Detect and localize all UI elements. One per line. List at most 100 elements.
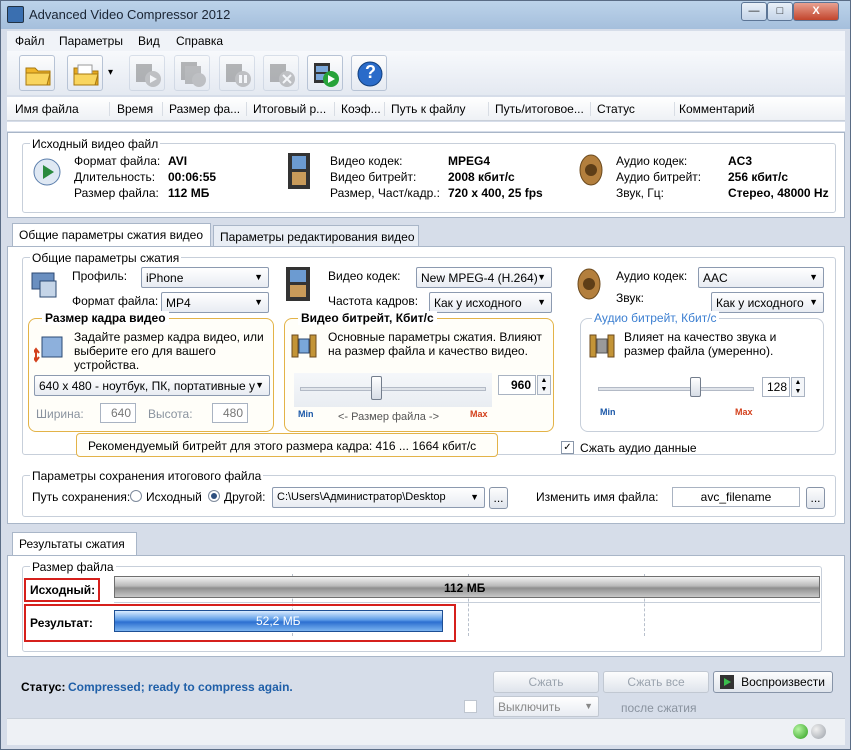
results-panel: Размер файла Исходный: 112 МБ Результат:… (7, 555, 845, 657)
file-list-area[interactable] (7, 122, 845, 131)
audio-bitrate-input[interactable]: 128 (762, 377, 790, 397)
menu-help[interactable]: Справка (176, 34, 223, 48)
source-size-value: 112 МБ (444, 581, 486, 595)
save-path-select[interactable]: C:\Users\Администратор\Desktop ▼ (272, 487, 485, 508)
audio-bitrate-title: Аудио битрейт, Кбит/с (592, 311, 719, 325)
audio-bitrate-thumb[interactable] (689, 377, 701, 397)
help-button[interactable]: ? (351, 55, 387, 91)
column-output-path[interactable]: Путь/итоговое... (495, 102, 591, 116)
rename-button[interactable]: ... (806, 487, 825, 509)
close-button[interactable]: X (793, 2, 839, 21)
frame-size-title: Размер кадра видео (42, 311, 169, 325)
film-batch-icon (181, 62, 206, 87)
column-output-size[interactable]: Итоговый р... (253, 102, 335, 116)
source-duration-value: 00:06:55 (168, 170, 217, 184)
compress-vise-icon (291, 334, 317, 358)
audio-codec-value: AAC (703, 271, 728, 285)
audio-bitrate-slider[interactable] (594, 375, 758, 405)
speaker-icon (579, 154, 603, 186)
recommended-bitrate: Рекомендуемый битрейт для этого размера … (88, 439, 477, 453)
menu-view[interactable]: Вид (138, 34, 160, 48)
chevron-down-icon: ▼ (809, 297, 818, 307)
row-divider (114, 602, 820, 603)
rename-input[interactable]: avc_filename (672, 487, 800, 507)
compress-action-button: Сжать (493, 671, 599, 693)
minimize-button[interactable]: — (741, 2, 767, 21)
profile-label: Профиль: (72, 269, 128, 283)
width-input[interactable]: 640 (100, 403, 136, 423)
width-label: Ширина: (36, 407, 84, 421)
menu-file[interactable]: Файл (15, 34, 45, 48)
column-file-name[interactable]: Имя файла (15, 102, 110, 116)
status-led-gray-icon (811, 724, 826, 739)
frame-rate-select[interactable]: Как у исходного ▼ (429, 292, 552, 313)
column-file-path[interactable]: Путь к файлу (391, 102, 489, 116)
chevron-down-icon: ▼ (470, 492, 479, 502)
height-input[interactable]: 480 (212, 403, 248, 423)
status-led-green-icon (793, 724, 808, 739)
audio-bitrate-spinner[interactable]: ▲ ▼ (791, 377, 805, 397)
video-bitrate-min: Min (298, 409, 314, 419)
after-compress-checkbox[interactable] (464, 700, 477, 713)
audio-codec-label: Аудио кодек: (616, 269, 688, 283)
stop-button (263, 55, 299, 91)
source-info-panel: Исходный видео файл Формат файла: AVI Дл… (7, 132, 845, 218)
source-size-value: 112 МБ (168, 186, 210, 200)
column-file-size[interactable]: Размер фа... (169, 102, 247, 116)
source-abitrate-label: Аудио битрейт: (616, 170, 702, 184)
browse-path-button[interactable]: ... (489, 487, 508, 509)
play-action-button[interactable]: Воспроизвести (713, 671, 833, 693)
frame-size-description: Задайте размер кадра видео, или выберите… (74, 330, 264, 372)
chevron-down-icon: ▼ (255, 380, 264, 390)
audio-codec-select[interactable]: AAC ▼ (698, 267, 824, 288)
chevron-down-icon: ▼ (254, 272, 263, 282)
play-button[interactable] (307, 55, 343, 91)
column-time[interactable]: Время (117, 102, 163, 116)
menu-parameters[interactable]: Параметры (59, 34, 123, 48)
save-source-radio[interactable] (130, 490, 142, 502)
column-status[interactable]: Статус (597, 102, 675, 116)
video-bitrate-thumb[interactable] (371, 376, 383, 400)
source-sound-label: Звук, Гц: (616, 186, 664, 200)
toolbar: ▾ ? (7, 51, 845, 95)
compress-vise-icon (589, 334, 615, 358)
output-format-label: Формат файла: (72, 294, 159, 308)
save-other-radio[interactable] (208, 490, 220, 502)
compress-audio-checkbox[interactable]: ✓ (561, 441, 574, 454)
tab-results[interactable]: Результаты сжатия (12, 532, 137, 556)
profile-select[interactable]: iPhone ▼ (141, 267, 269, 288)
add-file-button[interactable] (19, 55, 55, 91)
audio-channels-select[interactable]: Как у исходного ▼ (711, 292, 824, 313)
source-info-title: Исходный видео файл (30, 137, 161, 151)
audio-bitrate-description: Влияет на качество звука и размер файла … (624, 330, 777, 358)
video-bitrate-slider[interactable] (294, 373, 492, 407)
source-format-value: AVI (168, 154, 188, 168)
source-vcodec-label: Видео кодек: (330, 154, 403, 168)
chevron-down-icon[interactable]: ▾ (108, 67, 113, 78)
add-folder-button[interactable] (67, 55, 103, 91)
after-compress-select[interactable]: Выключить ▼ (493, 696, 599, 717)
video-codec-select[interactable]: New MPEG-4 (H.264) ▼ (416, 267, 552, 288)
tab-edit-video[interactable]: Параметры редактирования видео (213, 225, 419, 247)
audio-bitrate-min: Min (600, 407, 616, 417)
video-codec-label: Видео кодек: (328, 269, 401, 283)
compression-panel: Общие параметры сжатия Профиль: iPhone ▼ … (7, 246, 845, 524)
source-abitrate-value: 256 кбит/с (728, 170, 789, 184)
column-ratio[interactable]: Коэф... (341, 102, 385, 116)
film-strip-icon (286, 267, 310, 301)
column-comment[interactable]: Комментарий (679, 102, 779, 116)
maximize-button[interactable]: □ (767, 2, 793, 21)
video-bitrate-input[interactable]: 960 (498, 375, 536, 395)
save-source-label: Исходный (146, 490, 202, 504)
tab-general-compression[interactable]: Общие параметры сжатия видео (12, 223, 211, 247)
frame-preset-select[interactable]: 640 x 480 - ноутбук, ПК, портативные у ▼ (34, 375, 270, 396)
video-bitrate-spinner[interactable]: ▲ ▼ (537, 375, 551, 395)
output-format-select[interactable]: MP4 ▼ (161, 292, 269, 313)
source-vbitrate-label: Видео битрейт: (330, 170, 417, 184)
file-list-header: Имя файла Время Размер фа... Итоговый р.… (7, 97, 845, 121)
compress-audio-label: Сжать аудио данные (580, 441, 697, 455)
source-dims-value: 720 x 400, 25 fps (448, 186, 543, 200)
speaker-icon (577, 268, 601, 300)
result-size-value: 52,2 МБ (256, 614, 301, 628)
profile-value: iPhone (146, 271, 184, 285)
